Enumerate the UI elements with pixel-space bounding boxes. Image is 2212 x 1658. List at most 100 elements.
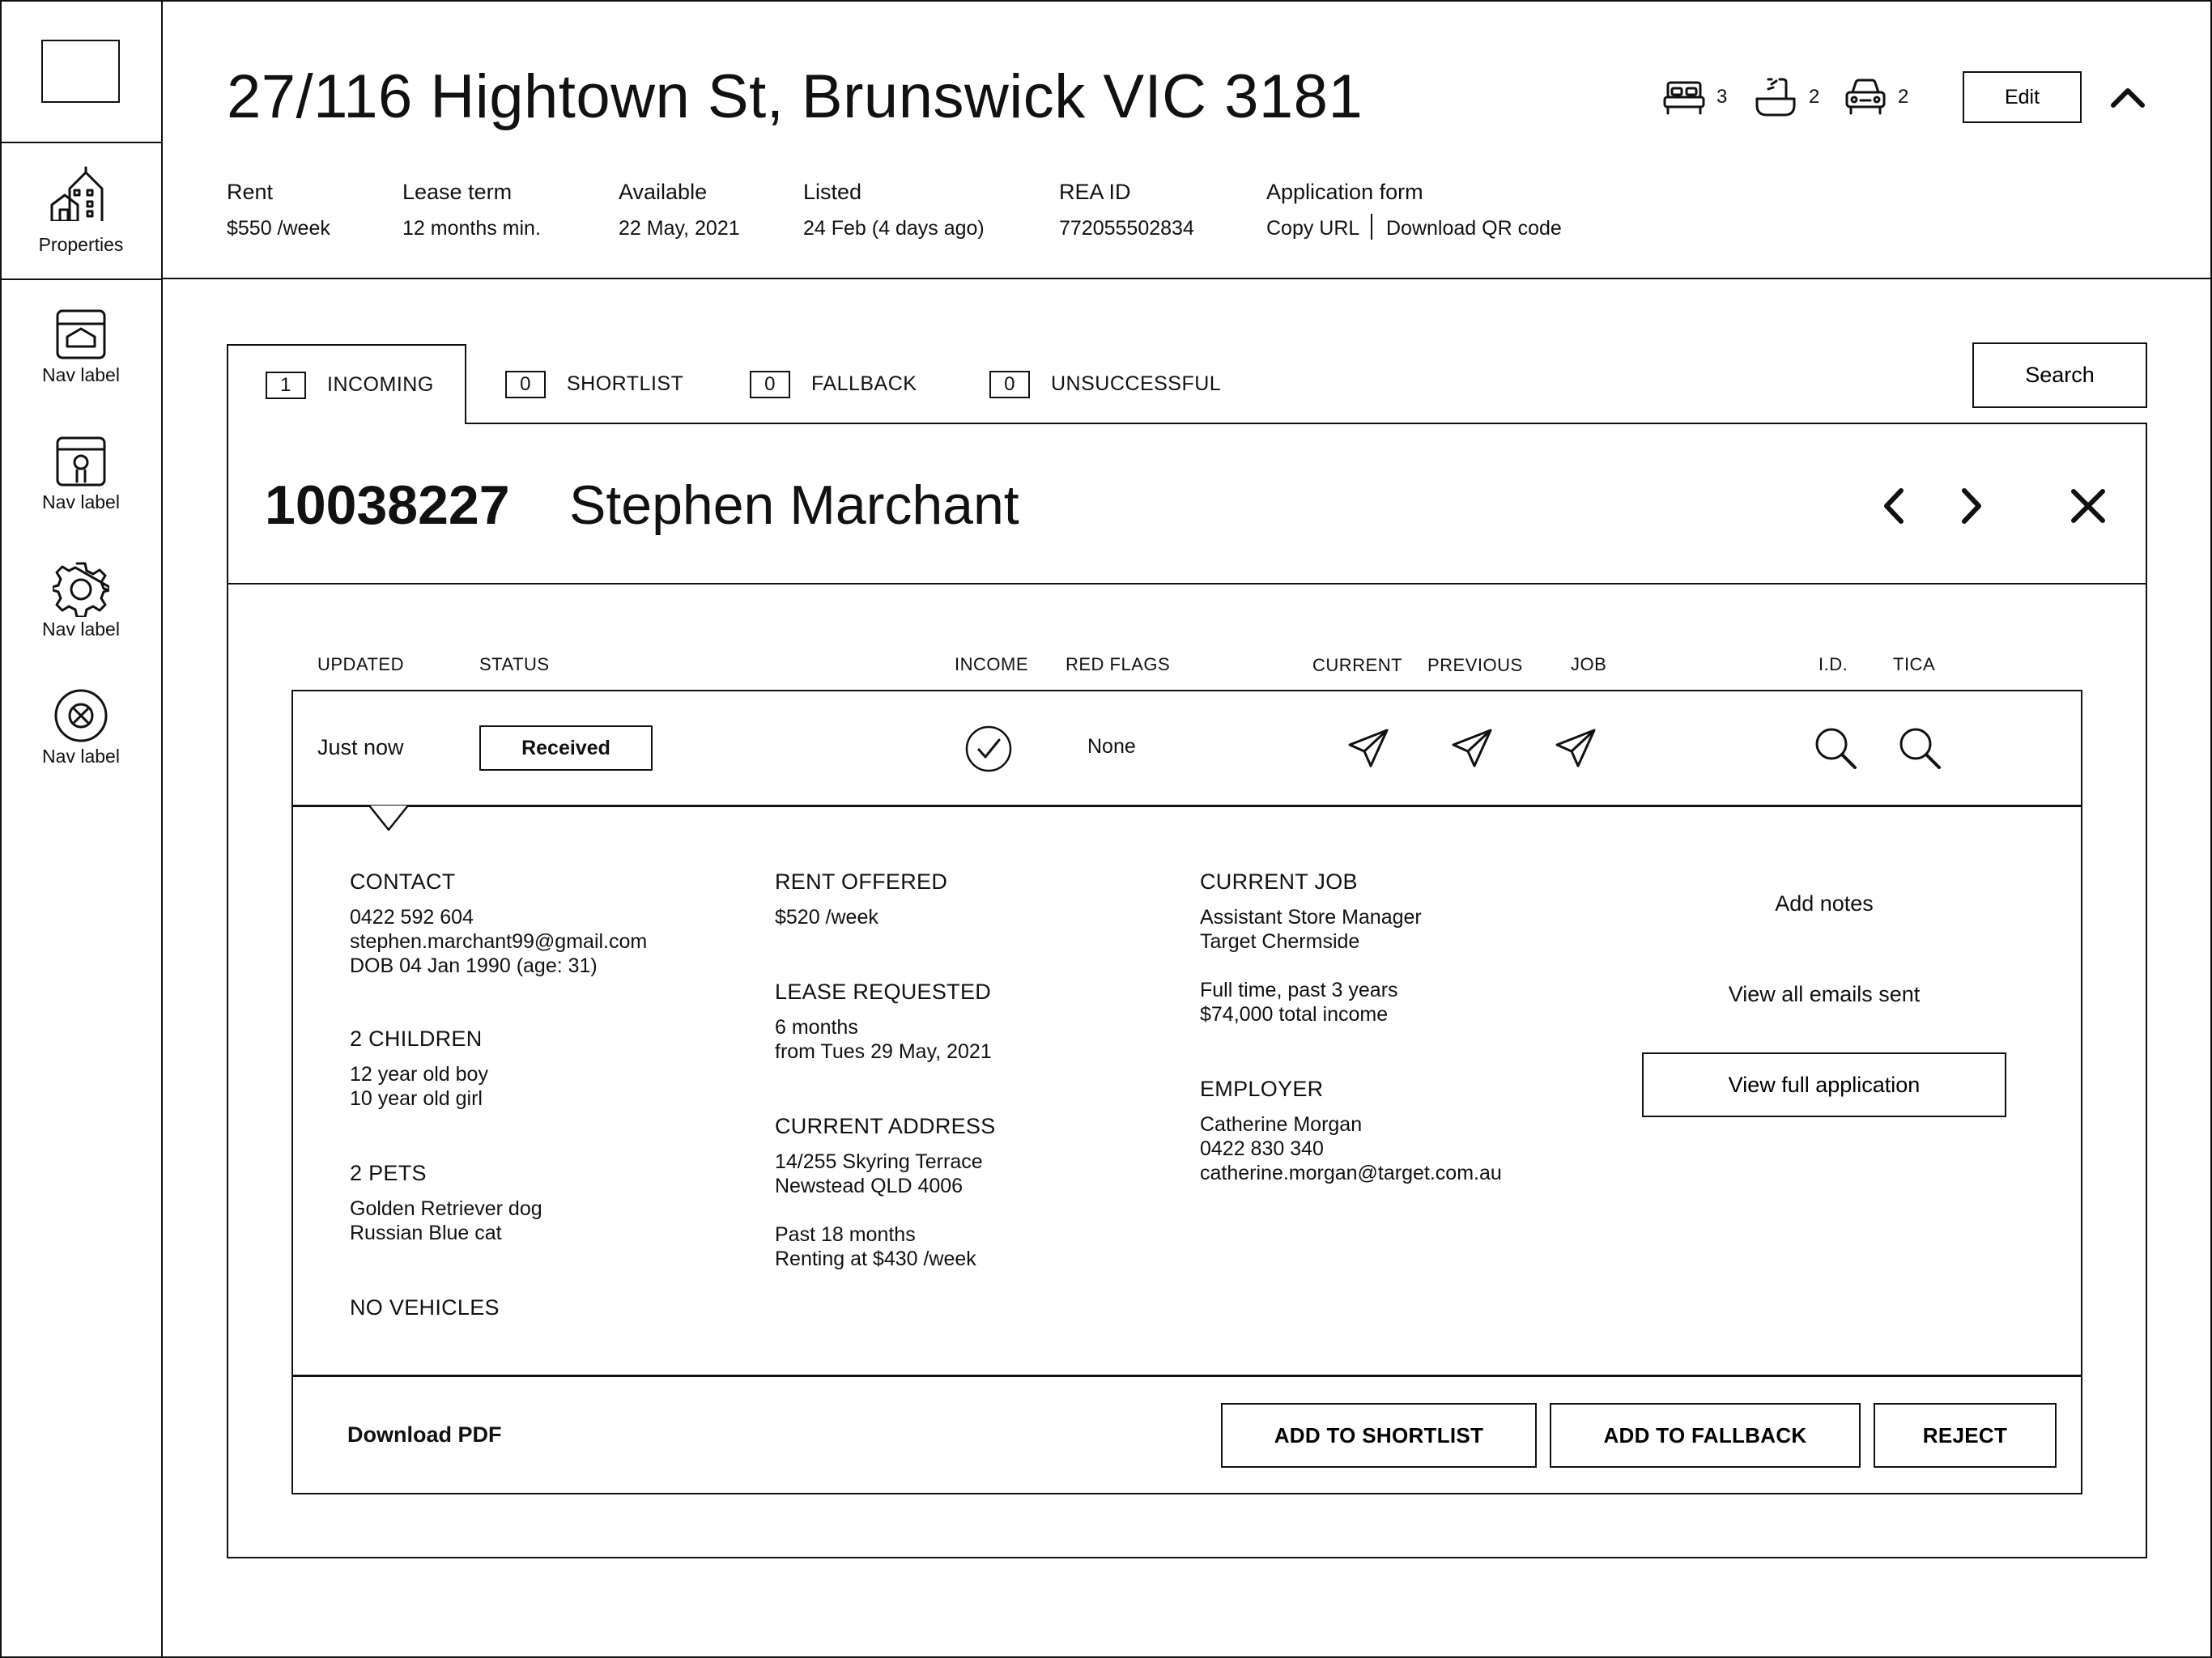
send-icon[interactable] xyxy=(1450,727,1494,769)
rea-id-value: 772055502834 xyxy=(1059,217,1194,240)
divider xyxy=(291,805,2082,807)
inbox-icon xyxy=(53,306,109,363)
child-item: 10 year old girl xyxy=(350,1087,483,1110)
chevron-left-icon[interactable] xyxy=(1880,486,1909,526)
current-address-line: Newstead QLD 4006 xyxy=(775,1175,963,1197)
bedrooms-feature: 3 xyxy=(1663,79,1727,115)
sidebar-item-nav-4[interactable]: Nav label xyxy=(0,687,162,809)
tab-count: 0 xyxy=(750,370,790,398)
col-header-id: I.D. xyxy=(1819,654,1848,674)
car-icon xyxy=(1844,78,1887,117)
sidebar-item-label: Nav label xyxy=(42,491,120,512)
available-label: Available xyxy=(619,180,708,204)
bed-icon xyxy=(1663,79,1705,115)
available-value: 22 May, 2021 xyxy=(619,217,740,240)
job-tenure: Full time, past 3 years xyxy=(1200,979,1398,1001)
col-header-tica: TICA xyxy=(1893,654,1936,674)
col-header-previous: PREVIOUS xyxy=(1427,655,1523,675)
pet-item: Golden Retriever dog xyxy=(350,1197,542,1220)
bedrooms-count: 3 xyxy=(1716,86,1728,108)
divider xyxy=(227,583,2147,585)
logo-placeholder[interactable] xyxy=(41,40,120,103)
lease-term-value: 12 months min. xyxy=(402,217,541,240)
download-qr-link[interactable]: Download QR code xyxy=(1386,217,1562,240)
rent-offered-value: $520 /week xyxy=(775,906,878,929)
vehicles-heading: NO VEHICLES xyxy=(350,1295,500,1320)
rent-offered-heading: RENT OFFERED xyxy=(775,869,948,894)
rent-label: Rent xyxy=(227,180,274,204)
sidebar-item-nav-1[interactable]: Nav label xyxy=(0,306,162,427)
tab-count: 1 xyxy=(266,371,306,399)
tab-incoming[interactable]: 1 INCOMING xyxy=(227,344,466,424)
parking-feature: 2 xyxy=(1844,78,1908,117)
pet-item: Russian Blue cat xyxy=(350,1222,502,1244)
search-icon[interactable] xyxy=(1897,725,1942,771)
tab-label: SHORTLIST xyxy=(567,372,684,395)
rea-id-label: REA ID xyxy=(1059,180,1131,204)
send-icon[interactable] xyxy=(1346,727,1390,769)
sidebar-item-properties[interactable]: Properties xyxy=(0,143,162,280)
view-all-emails-link[interactable]: View all emails sent xyxy=(1642,982,2006,1007)
tab-fallback[interactable]: 0 FALLBACK xyxy=(750,344,917,424)
bathrooms-feature: 2 xyxy=(1755,78,1819,117)
job-title: Assistant Store Manager xyxy=(1200,906,1422,929)
contact-heading: CONTACT xyxy=(350,869,456,894)
sidebar-item-label: Nav label xyxy=(42,746,120,767)
copy-url-link[interactable]: Copy URL xyxy=(1266,217,1359,240)
chevron-right-icon[interactable] xyxy=(1956,486,1985,526)
sidebar-item-nav-2[interactable]: Nav label xyxy=(0,433,162,555)
search-button[interactable]: Search xyxy=(1972,342,2147,408)
income-check-icon xyxy=(964,725,1013,773)
employer-heading: EMPLOYER xyxy=(1200,1077,1324,1101)
add-to-fallback-button[interactable]: ADD TO FALLBACK xyxy=(1550,1403,1861,1468)
close-icon[interactable] xyxy=(2069,487,2107,525)
pets-heading: 2 PETS xyxy=(350,1161,427,1185)
reject-button[interactable]: REJECT xyxy=(1874,1403,2057,1468)
lease-requested-start: from Tues 29 May, 2021 xyxy=(775,1040,992,1063)
link-divider xyxy=(1371,214,1372,240)
red-flags-value: None xyxy=(1087,735,1136,758)
status-badge: Received xyxy=(479,725,653,771)
contact-email: stephen.marchant99@gmail.com xyxy=(350,930,648,953)
send-icon[interactable] xyxy=(1554,727,1597,769)
sidebar-item-label: Properties xyxy=(38,234,124,255)
property-address: 27/116 Hightown St, Brunswick VIC 3181 xyxy=(227,62,1363,131)
sidebar-item-nav-3[interactable]: Nav label xyxy=(0,560,162,682)
download-pdf-link[interactable]: Download PDF xyxy=(347,1422,502,1448)
employer-phone: 0422 830 340 xyxy=(1200,1137,1324,1160)
tab-count: 0 xyxy=(505,370,546,398)
view-full-application-button[interactable]: View full application xyxy=(1642,1052,2006,1117)
divider xyxy=(291,1375,2082,1377)
tab-label: UNSUCCESSFUL xyxy=(1051,372,1222,395)
lease-requested-duration: 6 months xyxy=(775,1016,858,1039)
contact-phone: 0422 592 604 xyxy=(350,906,474,929)
collapse-chevron-up-icon[interactable] xyxy=(2110,84,2146,108)
rent-value: $550 /week xyxy=(227,217,330,240)
search-icon[interactable] xyxy=(1813,725,1858,771)
tab-label: INCOMING xyxy=(327,373,434,396)
listed-label: Listed xyxy=(803,180,862,204)
person-box-icon xyxy=(53,433,109,490)
add-notes-link[interactable]: Add notes xyxy=(1642,891,2006,916)
parking-count: 2 xyxy=(1898,86,1909,108)
job-company: Target Chermside xyxy=(1200,930,1360,953)
tab-unsuccessful[interactable]: 0 UNSUCCESSFUL xyxy=(989,344,1221,424)
employer-name: Catherine Morgan xyxy=(1200,1113,1363,1136)
col-header-job: JOB xyxy=(1571,654,1607,674)
current-address-line: 14/255 Skyring Terrace xyxy=(775,1150,983,1173)
add-to-shortlist-button[interactable]: ADD TO SHORTLIST xyxy=(1221,1403,1537,1468)
tab-shortlist[interactable]: 0 SHORTLIST xyxy=(505,344,683,424)
applicant-id: 10038227 xyxy=(265,474,510,536)
current-address-heading: CURRENT ADDRESS xyxy=(775,1114,996,1138)
gear-icon xyxy=(53,560,109,617)
col-header-status: STATUS xyxy=(479,654,550,674)
buildings-icon xyxy=(50,164,112,221)
tab-count: 0 xyxy=(989,370,1030,398)
sidebar-item-label: Nav label xyxy=(42,619,120,640)
edit-button[interactable]: Edit xyxy=(1963,71,2082,123)
tab-label: FALLBACK xyxy=(811,372,917,395)
employer-email: catherine.morgan@target.com.au xyxy=(1200,1162,1502,1184)
child-item: 12 year old boy xyxy=(350,1063,488,1086)
job-income: $74,000 total income xyxy=(1200,1003,1389,1026)
current-job-heading: CURRENT JOB xyxy=(1200,869,1358,894)
